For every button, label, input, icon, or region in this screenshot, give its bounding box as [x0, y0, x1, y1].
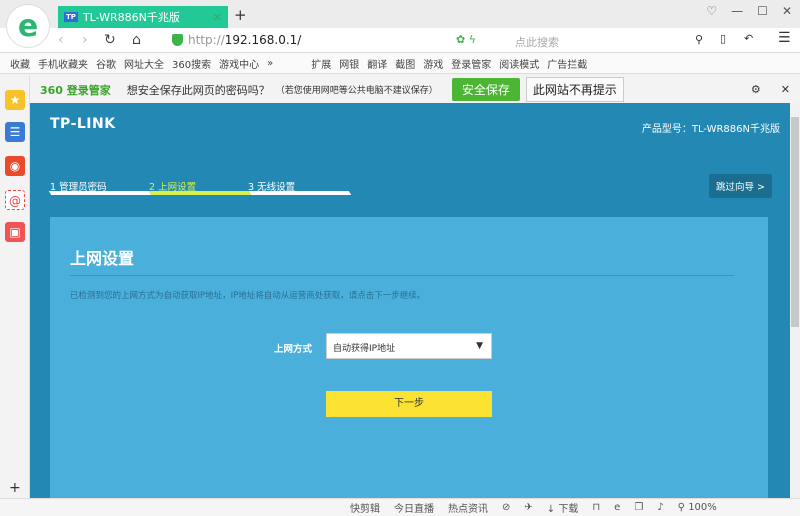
next-button[interactable]: 下一步 [326, 391, 492, 417]
secure-shield-icon [172, 34, 183, 46]
download-item[interactable]: ↓ 下载 [547, 500, 579, 515]
reload-button[interactable]: ↻ [104, 32, 116, 48]
window-controls: ♡ — ☐ ✕ [706, 4, 792, 18]
favorites-icon[interactable]: ★ [5, 90, 25, 110]
bookmark-item[interactable]: 网址大全 [124, 56, 164, 71]
browser-logo[interactable]: e [6, 4, 50, 48]
ext-item[interactable]: 广告拦截 [547, 56, 587, 71]
ext-item[interactable]: 游戏 [423, 56, 443, 71]
zoom-level[interactable]: ⚲ 100% [678, 502, 717, 513]
close-tab-icon[interactable]: ✕ [213, 11, 222, 24]
product-model: 产品型号：TL-WR886N千兆版 [641, 124, 780, 135]
window-icon[interactable]: ❐ [634, 502, 643, 513]
ext-item[interactable]: 阅读模式 [499, 56, 539, 71]
minimize-button[interactable]: — [731, 4, 743, 18]
url-prefix: http:// [188, 33, 225, 47]
skin-icon[interactable]: ♡ [706, 4, 717, 18]
step-3-bar [248, 191, 352, 195]
bookmark-item[interactable]: 360搜索 [172, 56, 211, 71]
settings-gear-icon[interactable]: ⚙ [751, 83, 761, 96]
game-icon[interactable]: ▣ [5, 222, 25, 242]
bookmark-item[interactable]: 手机收藏夹 [38, 56, 88, 71]
screenshot-icon[interactable]: ⊓ [592, 502, 600, 513]
home-button[interactable]: ⌂ [132, 32, 141, 48]
address-bar [0, 28, 800, 53]
menu-icon[interactable]: ☰ [778, 30, 791, 46]
wan-mode-label: 上网方式 [274, 344, 313, 355]
clean-icon[interactable]: ⊘ [502, 502, 510, 513]
tab-favicon: TP [64, 12, 78, 22]
step-2-bar [148, 191, 252, 195]
password-save-bar: 360 登录管家 想安全保存此网页的密码吗？ （若您使用网吧等公共电脑不建议保存… [30, 76, 800, 103]
scrollbar[interactable] [790, 103, 800, 498]
left-sidebar: ★ ☰ ◉ @ ▣ + [0, 76, 30, 498]
ext-item[interactable]: 网银 [339, 56, 359, 71]
save-question: 想安全保存此网页的密码吗？ [126, 83, 270, 97]
detection-description: 已检测到您的上网方式为自动获取IP地址，IP地址将自动从运营商处获取，请点击下一… [70, 291, 426, 301]
add-icon[interactable]: + [9, 480, 21, 496]
forward-button[interactable]: › [82, 32, 88, 48]
weibo-icon[interactable]: ◉ [5, 156, 25, 176]
more-bookmarks[interactable]: » [267, 58, 273, 69]
login-manager-brand: 360 登录管家 [40, 83, 111, 97]
back-button[interactable]: ‹ [58, 32, 64, 48]
mail-icon[interactable]: @ [5, 190, 25, 210]
maximize-button[interactable]: ☐ [757, 4, 768, 18]
quick-edit-item[interactable]: 快剪辑 [350, 500, 380, 515]
scrollbar-thumb[interactable] [791, 117, 799, 327]
ext-item[interactable]: 翻译 [367, 56, 387, 71]
divider [70, 275, 734, 276]
bookmark-item[interactable]: 收藏 [10, 56, 30, 71]
wan-mode-value: 自动获得IP地址 [333, 344, 396, 354]
ext-item[interactable]: 扩展 [311, 56, 331, 71]
bookmark-item[interactable]: 谷歌 [96, 56, 116, 71]
browser-tab[interactable]: TP TL-WR886N千兆版 ✕ [58, 6, 228, 28]
skip-wizard-button[interactable]: 跳过向导 > [709, 174, 772, 198]
wan-mode-select[interactable]: 自动获得IP地址 ▼ [326, 333, 492, 359]
download-label: 下载 [558, 504, 579, 515]
hot-news-item[interactable]: 热点资讯 [448, 500, 488, 515]
zoom-value: 100% [688, 502, 717, 513]
never-prompt-button[interactable]: 此网站不再提示 [525, 77, 624, 102]
safe-save-button[interactable]: 安全保存 [451, 78, 520, 101]
ext-item[interactable]: 截图 [395, 56, 415, 71]
speed-icon[interactable]: ✿ ϟ [456, 33, 476, 46]
tab-title: TL-WR886N千兆版 [82, 11, 180, 24]
bookmark-item[interactable]: 游戏中心 [219, 56, 259, 71]
dropdown-arrow-icon: ▼ [476, 341, 483, 351]
search-icon[interactable]: ⚲ [695, 33, 703, 46]
url-input[interactable]: http://192.168.0.1/ [188, 33, 301, 47]
mobile-icon[interactable]: ▯ [720, 32, 726, 45]
news-icon[interactable]: ☰ [5, 122, 25, 142]
new-tab-button[interactable]: + [234, 6, 247, 24]
close-window-button[interactable]: ✕ [782, 4, 792, 18]
step-1-bar [48, 191, 152, 195]
bookmarks-bar: 收藏 手机收藏夹 谷歌 网址大全 360搜索 游戏中心 » 扩展 网银 翻译 截… [0, 53, 800, 74]
ie-icon[interactable]: e [614, 502, 620, 513]
tp-link-logo: TP-LINK [50, 116, 116, 132]
panel-title: 上网设置 [70, 249, 135, 268]
rocket-icon[interactable]: ✈ [524, 502, 532, 513]
ext-item[interactable]: 登录管家 [451, 56, 491, 71]
router-page: TP-LINK 产品型号：TL-WR886N千兆版 1 管理员密码 2 上网设置… [30, 103, 790, 498]
close-bar-icon[interactable]: ✕ [781, 83, 790, 96]
save-note: （若您使用网吧等公共电脑不建议保存） [275, 86, 438, 96]
live-item[interactable]: 今日直播 [394, 500, 434, 515]
undo-icon[interactable]: ↶ [744, 32, 753, 45]
wan-settings-panel: 上网设置 已检测到您的上网方式为自动获取IP地址，IP地址将自动从运营商处获取，… [50, 217, 768, 498]
url-host: 192.168.0.1/ [224, 33, 302, 47]
search-input[interactable]: 点此搜索 [515, 34, 559, 50]
sound-icon[interactable]: ♪ [657, 502, 663, 513]
status-bar: 快剪辑 今日直播 热点资讯 ⊘ ✈ ↓ 下载 ⊓ e ❐ ♪ ⚲ 100% [0, 498, 800, 516]
